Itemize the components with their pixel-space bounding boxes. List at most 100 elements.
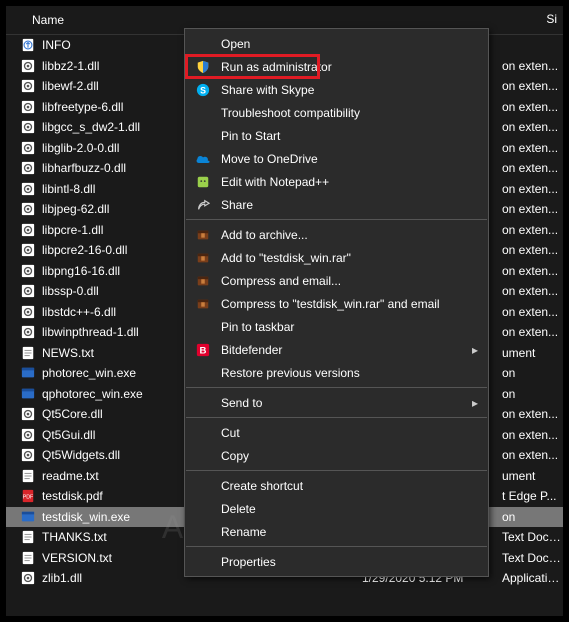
file-type: on exten...	[502, 100, 563, 114]
menu-item-label: Troubleshoot compatibility	[221, 106, 460, 120]
menu-item-label: Move to OneDrive	[221, 152, 460, 166]
menu-item[interactable]: S Share with Skype	[185, 78, 488, 101]
gear-icon	[20, 119, 36, 135]
menu-item[interactable]: Add to "testdisk_win.rar"	[185, 246, 488, 269]
txt-icon	[20, 529, 36, 545]
txt-icon	[20, 550, 36, 566]
menu-item-label: Pin to taskbar	[221, 320, 460, 334]
blank-icon	[193, 128, 213, 144]
onedrive-icon	[193, 151, 213, 167]
gear-icon	[20, 58, 36, 74]
menu-item[interactable]: Edit with Notepad++	[185, 170, 488, 193]
menu-item-label: Share with Skype	[221, 83, 460, 97]
chevron-right-icon: ▸	[472, 343, 478, 357]
shield-icon	[193, 59, 213, 75]
file-type: on exten...	[502, 182, 563, 196]
file-type: on exten...	[502, 202, 563, 216]
menu-item[interactable]: Copy	[185, 444, 488, 467]
menu-item[interactable]: Cut	[185, 421, 488, 444]
menu-item[interactable]: Move to OneDrive	[185, 147, 488, 170]
menu-item-label: Compress and email...	[221, 274, 460, 288]
menu-item-label: Properties	[221, 555, 460, 569]
explorer-window: Name Si INFOlibbz2-1.dllon exten...libew…	[0, 0, 569, 622]
blank-icon	[193, 395, 213, 411]
menu-item[interactable]: Pin to taskbar	[185, 315, 488, 338]
menu-item-label: Run as administrator	[221, 60, 460, 74]
gear-icon	[20, 181, 36, 197]
file-type: on exten...	[502, 79, 563, 93]
file-type: on exten...	[502, 161, 563, 175]
menu-item[interactable]: Rename	[185, 520, 488, 543]
file-type: on	[502, 387, 563, 401]
menu-item-label: Delete	[221, 502, 460, 516]
svg-text:S: S	[200, 85, 206, 95]
file-type: on exten...	[502, 284, 563, 298]
menu-item[interactable]: Troubleshoot compatibility	[185, 101, 488, 124]
menu-separator	[186, 417, 487, 418]
gear-icon	[20, 406, 36, 422]
menu-item-label: Cut	[221, 426, 460, 440]
file-type: on exten...	[502, 141, 563, 155]
menu-item-label: Rename	[221, 525, 460, 539]
blank-icon	[193, 319, 213, 335]
app-icon	[20, 386, 36, 402]
column-header-name[interactable]: Name	[18, 10, 358, 30]
blank-icon	[193, 105, 213, 121]
menu-item[interactable]: Compress and email...	[185, 269, 488, 292]
menu-item[interactable]: Properties	[185, 550, 488, 573]
blank-icon	[193, 448, 213, 464]
gear-icon	[20, 304, 36, 320]
blank-icon	[193, 36, 213, 52]
menu-item[interactable]: Send to▸	[185, 391, 488, 414]
gear-icon	[20, 570, 36, 586]
gear-icon	[20, 78, 36, 94]
menu-item-label: Edit with Notepad++	[221, 175, 460, 189]
rar-icon	[193, 227, 213, 243]
menu-item[interactable]: Add to archive...	[185, 223, 488, 246]
rar-icon	[193, 273, 213, 289]
up-icon	[20, 37, 36, 53]
share-icon	[193, 197, 213, 213]
svg-text:PDF: PDF	[23, 495, 34, 501]
blank-icon	[193, 425, 213, 441]
menu-item-label: Send to	[221, 396, 460, 410]
menu-item[interactable]: Run as administrator	[185, 55, 488, 78]
menu-item-label: Pin to Start	[221, 129, 460, 143]
context-menu: Open Run as administrator S Share with Skyp…	[184, 28, 489, 577]
file-type: Text Document	[502, 530, 563, 544]
menu-item[interactable]: Create shortcut	[185, 474, 488, 497]
gear-icon	[20, 99, 36, 115]
menu-item[interactable]: Compress to "testdisk_win.rar" and email	[185, 292, 488, 315]
blank-icon	[193, 501, 213, 517]
file-type: on exten...	[502, 120, 563, 134]
npp-icon	[193, 174, 213, 190]
menu-item-label: Bitdefender	[221, 343, 460, 357]
gear-icon	[20, 283, 36, 299]
gear-icon	[20, 447, 36, 463]
file-type: ument	[502, 346, 563, 360]
menu-item[interactable]: Restore previous versions	[185, 361, 488, 384]
skype-icon: S	[193, 82, 213, 98]
blank-icon	[193, 554, 213, 570]
app-icon	[20, 509, 36, 525]
file-type: on exten...	[502, 305, 563, 319]
menu-item[interactable]: Pin to Start	[185, 124, 488, 147]
menu-item-label: Share	[221, 198, 460, 212]
menu-item-label: Add to "testdisk_win.rar"	[221, 251, 460, 265]
menu-item[interactable]: Open	[185, 32, 488, 55]
file-type: ument	[502, 469, 563, 483]
menu-separator	[186, 470, 487, 471]
menu-item[interactable]: Share	[185, 193, 488, 216]
menu-item[interactable]: BBitdefender▸	[185, 338, 488, 361]
txt-icon	[20, 468, 36, 484]
app-icon	[20, 365, 36, 381]
menu-item[interactable]: Delete	[185, 497, 488, 520]
rar-icon	[193, 296, 213, 312]
file-type: on exten...	[502, 59, 563, 73]
menu-item-label: Add to archive...	[221, 228, 460, 242]
file-type: on	[502, 366, 563, 380]
pdf-icon: PDF	[20, 488, 36, 504]
gear-icon	[20, 263, 36, 279]
file-type: Text Document	[502, 551, 563, 565]
column-header-si[interactable]: Si	[546, 12, 557, 26]
